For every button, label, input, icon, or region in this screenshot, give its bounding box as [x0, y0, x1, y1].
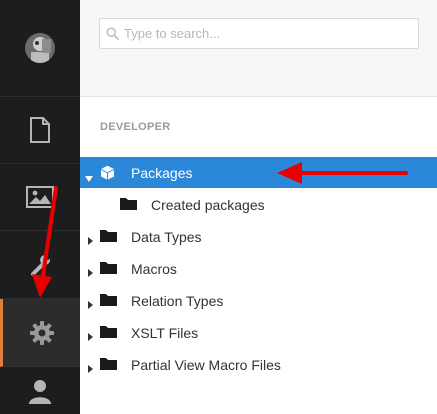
- package-icon: [100, 165, 115, 185]
- tree-item-label: Relation Types: [131, 293, 224, 309]
- caret-right-icon[interactable]: [88, 328, 93, 346]
- panel-header: [80, 0, 437, 97]
- tree-item-macros[interactable]: Macros: [80, 253, 437, 284]
- section-title: DEVELOPER: [100, 121, 171, 133]
- rail-item-content[interactable]: [0, 97, 80, 164]
- wrench-icon: [28, 253, 52, 277]
- tree-panel: DEVELOPER Packages Created packages Data…: [80, 0, 437, 414]
- rail-item-users[interactable]: [0, 367, 80, 414]
- rail-item-avatar[interactable]: [0, 0, 80, 97]
- tree-item-relation-types[interactable]: Relation Types: [80, 285, 437, 316]
- search-box[interactable]: [99, 18, 419, 49]
- folder-icon: [100, 293, 117, 311]
- rail-item-settings[interactable]: [0, 231, 80, 299]
- tree-item-packages[interactable]: Packages: [80, 157, 437, 188]
- search-icon: [106, 27, 119, 45]
- tree-item-label: Partial View Macro Files: [131, 357, 281, 373]
- caret-right-icon[interactable]: [88, 296, 93, 314]
- tree-item-data-types[interactable]: Data Types: [80, 221, 437, 252]
- caret-right-icon[interactable]: [88, 360, 93, 378]
- folder-icon: [100, 229, 117, 247]
- tree-item-created-packages[interactable]: Created packages: [80, 189, 437, 220]
- folder-icon: [100, 261, 117, 279]
- tree-item-label: XSLT Files: [131, 325, 199, 341]
- tree-item-label: Packages: [131, 165, 193, 181]
- gear-icon: [29, 320, 55, 346]
- document-icon: [29, 117, 51, 143]
- user-icon: [27, 378, 53, 404]
- folder-icon: [100, 325, 117, 343]
- folder-icon: [100, 357, 117, 375]
- avatar[interactable]: [25, 33, 55, 63]
- tree-item-label: Data Types: [131, 229, 202, 245]
- search-input[interactable]: [124, 19, 414, 48]
- tree-item-xslt-files[interactable]: XSLT Files: [80, 317, 437, 348]
- rail-item-media[interactable]: [0, 164, 80, 231]
- left-rail: [0, 0, 80, 414]
- caret-down-icon[interactable]: [85, 169, 93, 187]
- tree-item-label: Created packages: [151, 197, 265, 213]
- tree-item-label: Macros: [131, 261, 177, 277]
- caret-right-icon[interactable]: [88, 264, 93, 282]
- caret-right-icon[interactable]: [88, 232, 93, 250]
- tree-item-partial-view-macro-files[interactable]: Partial View Macro Files: [80, 349, 437, 380]
- rail-item-developer[interactable]: [0, 299, 80, 367]
- folder-icon: [120, 197, 137, 215]
- image-icon: [26, 186, 54, 208]
